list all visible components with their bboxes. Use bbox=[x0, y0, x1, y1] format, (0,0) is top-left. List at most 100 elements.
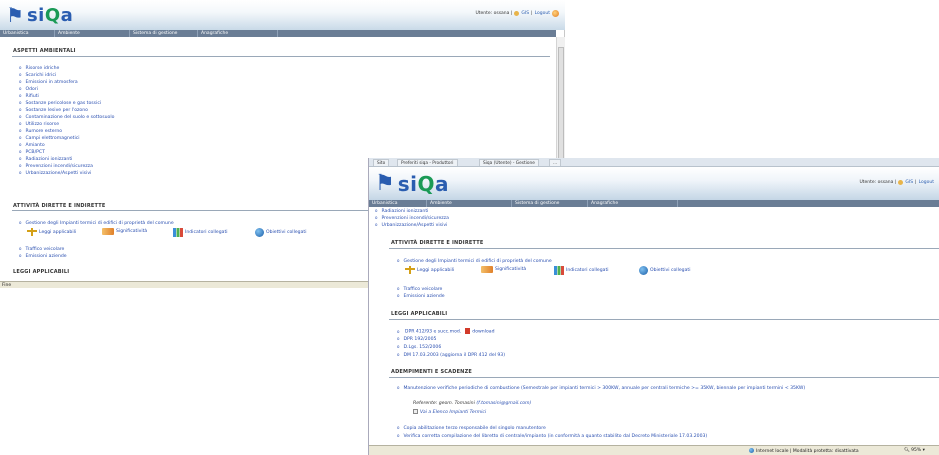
menu-item-anagrafiche[interactable]: Anagrafiche bbox=[198, 30, 278, 37]
menu-item-sistema-gestione[interactable]: Sistema di gestione bbox=[512, 200, 588, 207]
menu-item-sistema-gestione[interactable]: Sistema di gestione bbox=[130, 30, 198, 37]
adempimento-item[interactable]: Manutenzione verifiche periodiche di com… bbox=[397, 385, 805, 391]
globe-icon bbox=[255, 228, 264, 237]
section-title-attivita: ATTIVITÀ DIRETTE E INDIRETTE bbox=[13, 203, 106, 209]
section-divider bbox=[389, 248, 939, 249]
legge-item[interactable]: DPR 192/2005 bbox=[397, 336, 436, 342]
zoom-icon: 🔍︎ bbox=[904, 448, 910, 453]
pdf-icon bbox=[465, 328, 471, 334]
siqa-logo[interactable]: ⚑ siQa bbox=[6, 3, 73, 27]
link-indicatori-collegati[interactable]: Indicatori collegati bbox=[554, 266, 609, 275]
status-bar: Internet locale | Modalità protetta: dis… bbox=[369, 445, 939, 455]
bar-chart-icon bbox=[554, 266, 564, 275]
app-header: ⚑ siQa Utente: ossana | GIS | Logout bbox=[369, 167, 939, 200]
link-significativita[interactable]: Significatività bbox=[102, 228, 147, 235]
link-obiettivi-collegati[interactable]: Obiettivi collegati bbox=[639, 266, 691, 275]
referente-email[interactable]: (f.tomasini@gmail.com) bbox=[476, 401, 531, 406]
bar-chart-icon bbox=[173, 228, 183, 237]
significance-icon bbox=[481, 266, 493, 273]
list-item[interactable]: PCB/PCT bbox=[19, 149, 44, 155]
link-significativita[interactable]: Significatività bbox=[481, 266, 526, 273]
vai-elenco-impianti-link[interactable]: Vai a Elenco Impianti Termici bbox=[413, 409, 486, 415]
list-item[interactable]: Rifiuti bbox=[19, 93, 38, 99]
content-area: Radiazioni ionizzanti Prevenzioni incend… bbox=[369, 207, 939, 445]
section-title-leggi: LEGGI APPLICABILI bbox=[13, 269, 70, 275]
download-link[interactable]: download bbox=[472, 330, 494, 335]
list-item[interactable]: Radiazioni ionizzanti bbox=[19, 156, 72, 162]
menu-item-urbanistica[interactable]: Urbanistica bbox=[0, 30, 55, 37]
siqa-logo[interactable]: ⚑ siQa bbox=[375, 171, 449, 196]
menu-item-urbanistica[interactable]: Urbanistica bbox=[369, 200, 427, 207]
adempimento-item[interactable]: Verifica corretta compilazione del libre… bbox=[397, 433, 707, 439]
browser-tab[interactable]: Siqa (Utente) - Gestione bbox=[479, 159, 539, 166]
section-title-adempimenti: ADEMPIMENTI E SCADENZE bbox=[391, 369, 473, 375]
user-avatar-icon bbox=[552, 10, 559, 17]
list-item-impianti-termici[interactable]: Gestione degli Impianti termici di edifi… bbox=[19, 220, 173, 226]
list-item[interactable]: Utilizzo risorse bbox=[19, 121, 59, 127]
scale-icon bbox=[405, 266, 415, 274]
gis-link[interactable]: GIS bbox=[905, 180, 913, 185]
list-item[interactable]: Prevenzioni incendi/sicurezza bbox=[19, 163, 92, 169]
legge-item[interactable]: DPR 412/93 e succ.mod.download bbox=[397, 328, 495, 335]
main-menu: Urbanistica Ambiente Sistema di gestione… bbox=[0, 30, 556, 37]
gis-link[interactable]: GIS bbox=[521, 11, 529, 16]
section-title-leggi: LEGGI APPLICABILI bbox=[391, 311, 448, 317]
section-divider bbox=[389, 319, 939, 320]
runner-logo-icon: ⚑ bbox=[375, 171, 395, 196]
adempimento-item[interactable]: Copia abilitazione terzo responsabile de… bbox=[397, 425, 545, 431]
section-title-aspetti: ASPETTI AMBIENTALI bbox=[13, 48, 76, 54]
browser-tab-bar: Sito Preferiti siqa - Produttori Siqa (U… bbox=[369, 158, 939, 167]
user-info: Utente: ossana | GIS | Logout bbox=[859, 180, 934, 185]
link-leggi-applicabili[interactable]: Leggi applicabili bbox=[27, 228, 76, 236]
app-header: ⚑ siQa Utente: ossana | GIS | Logout bbox=[0, 0, 565, 30]
list-item[interactable]: Emissioni aziende bbox=[19, 253, 66, 259]
section-divider bbox=[12, 56, 550, 57]
referente-info: Referente: geom. Tomasini (f.tomasini@gm… bbox=[413, 401, 532, 406]
list-item[interactable]: Sostanze lesive per l'ozono bbox=[19, 107, 88, 113]
list-item[interactable]: Urbanizzazione/Aspetti visivi bbox=[375, 222, 447, 228]
list-item[interactable]: Risorse idriche bbox=[19, 65, 59, 71]
list-item[interactable]: Prevenzioni incendi/sicurezza bbox=[375, 215, 448, 221]
list-item[interactable]: Campi elettromagnetici bbox=[19, 135, 79, 141]
browser-tab[interactable]: Sito bbox=[373, 159, 390, 166]
list-item-impianti-termici[interactable]: Gestione degli Impianti termici di edifi… bbox=[397, 258, 551, 264]
globe-icon bbox=[639, 266, 648, 275]
list-item[interactable]: Odori bbox=[19, 86, 38, 92]
menu-item-ambiente[interactable]: Ambiente bbox=[427, 200, 512, 207]
gis-globe-icon bbox=[514, 11, 520, 16]
logout-link[interactable]: Logout bbox=[919, 180, 934, 185]
list-item[interactable]: Sostanze pericolose e gas tossici bbox=[19, 100, 101, 106]
list-icon bbox=[413, 409, 418, 414]
list-item[interactable]: Amianto bbox=[19, 142, 44, 148]
legge-item[interactable]: D.Lgs. 152/2006 bbox=[397, 344, 441, 350]
list-item[interactable]: Rumore esterno bbox=[19, 128, 62, 134]
link-obiettivi-collegati[interactable]: Obiettivi collegati bbox=[255, 228, 307, 237]
menu-item-anagrafiche[interactable]: Anagrafiche bbox=[588, 200, 678, 207]
significance-icon bbox=[102, 228, 114, 235]
section-title-attivita: ATTIVITÀ DIRETTE E INDIRETTE bbox=[391, 240, 484, 246]
list-item[interactable]: Scarichi idrici bbox=[19, 72, 56, 78]
list-item[interactable]: Contaminazione del suolo e sottosuolo bbox=[19, 114, 114, 120]
security-zone: Internet locale | Modalità protetta: dis… bbox=[749, 448, 859, 454]
browser-window-front: Sito Preferiti siqa - Produttori Siqa (U… bbox=[368, 158, 939, 455]
list-item[interactable]: Emissioni aziende bbox=[397, 293, 444, 299]
list-item[interactable]: Radiazioni ionizzanti bbox=[375, 208, 428, 214]
internet-zone-icon bbox=[749, 448, 754, 453]
list-item[interactable]: Emissioni in atmosfera bbox=[19, 79, 77, 85]
browser-tab[interactable]: Preferiti siqa - Produttori bbox=[397, 159, 458, 166]
link-indicatori-collegati[interactable]: Indicatori collegati bbox=[173, 228, 228, 237]
list-item[interactable]: Traffico veicolare bbox=[397, 286, 442, 292]
gis-globe-icon bbox=[898, 180, 904, 185]
link-leggi-applicabili[interactable]: Leggi applicabili bbox=[405, 266, 454, 274]
menu-item-ambiente[interactable]: Ambiente bbox=[55, 30, 130, 37]
zoom-level[interactable]: 🔍︎ 95% ▾ bbox=[904, 448, 925, 453]
legge-item[interactable]: DM 17.03.2003 (aggiorna il DPR 412 del 9… bbox=[397, 352, 505, 358]
main-menu: Urbanistica Ambiente Sistema di gestione… bbox=[369, 200, 939, 207]
section-divider bbox=[389, 377, 939, 378]
logout-link[interactable]: Logout bbox=[535, 11, 550, 16]
scale-icon bbox=[27, 228, 37, 236]
user-info: Utente: ossana | GIS | Logout bbox=[475, 10, 559, 17]
list-item[interactable]: Urbanizzazione/Aspetti visivi bbox=[19, 170, 91, 176]
browser-tab[interactable]: ... bbox=[549, 159, 562, 166]
list-item[interactable]: Traffico veicolare bbox=[19, 246, 64, 252]
